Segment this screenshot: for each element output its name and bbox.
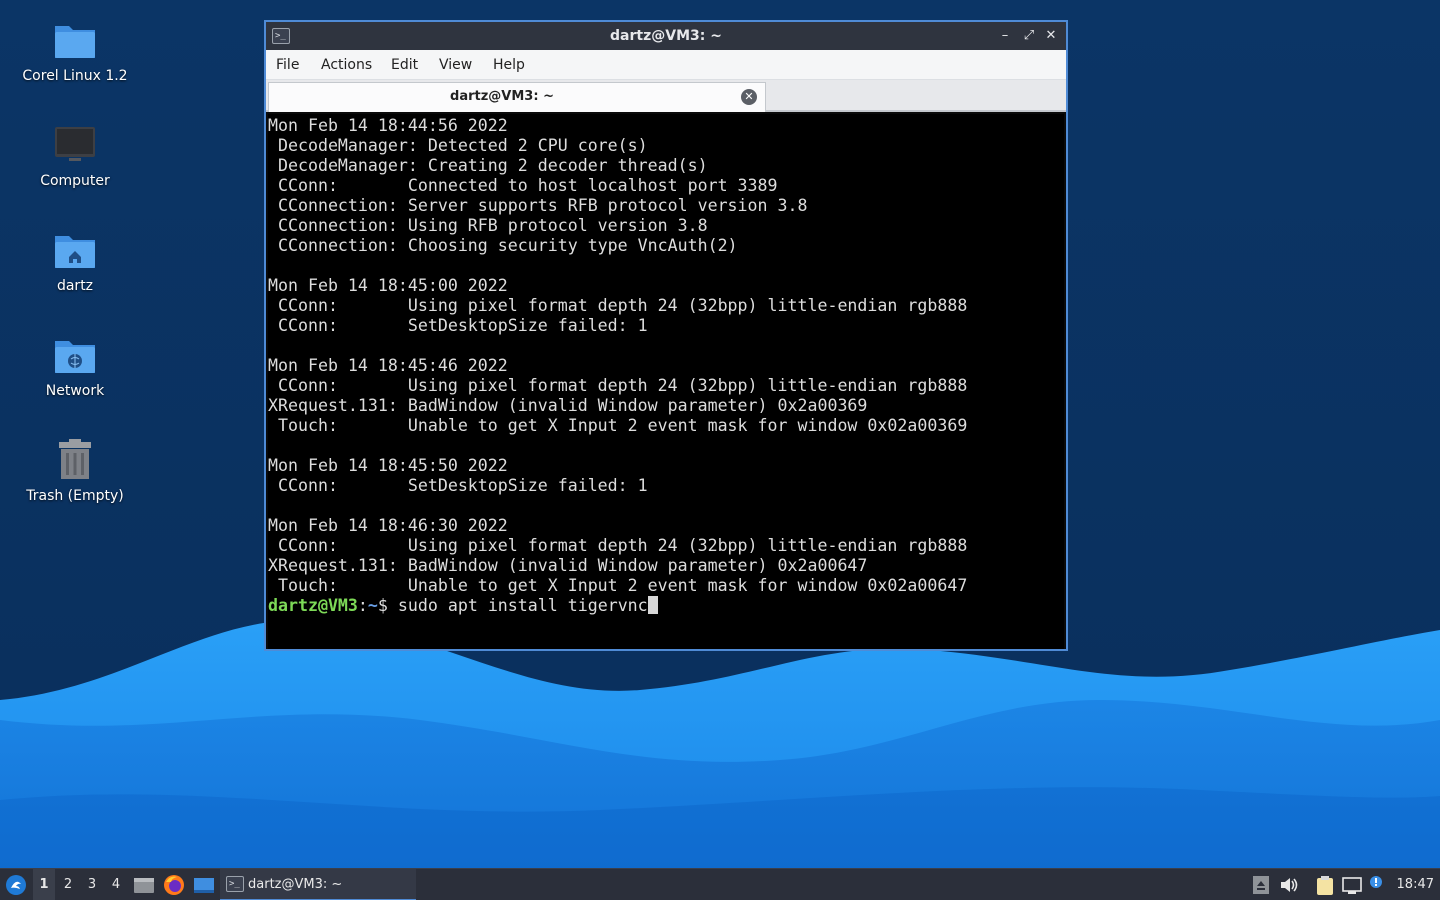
menu-view[interactable]: View [439,50,472,80]
terminal-line: Mon Feb 14 18:45:00 2022 [268,276,508,295]
taskbar-terminal-task[interactable]: >_ dartz@VM3: ~ [220,869,416,900]
tab-close-icon[interactable]: ✕ [741,89,757,105]
trash-icon [51,436,99,484]
terminal-prompt-line: dartz@VM3:~$ sudo apt install tigervnc [268,596,1064,616]
close-button[interactable]: ✕ [1042,27,1060,45]
minimize-button[interactable]: – [996,27,1014,45]
workspace-1[interactable]: 1 [33,869,55,900]
menu-actions[interactable]: Actions [321,50,372,80]
terminal-line: XRequest.131: BadWindow (invalid Window … [268,556,868,575]
terminal-line: CConn: SetDesktopSize failed: 1 [268,316,648,335]
terminal-line: CConn: Using pixel format depth 24 (32bp… [268,536,968,555]
desktop-icon-network[interactable]: Network [10,331,140,399]
home-folder-icon [51,226,99,274]
terminal-line: Mon Feb 14 18:45:46 2022 [268,356,508,375]
workspace-2[interactable]: 2 [57,869,79,900]
prompt-symbol: $ [377,596,398,615]
tab-bar: dartz@VM3: ~ ✕ [266,80,1066,112]
file-manager-icon[interactable] [133,874,155,896]
terminal-line: Mon Feb 14 18:46:30 2022 [268,516,508,535]
desktop-icon-trash[interactable]: Trash (Empty) [10,436,140,504]
terminal-line: CConnection: Choosing security type VncA… [268,236,738,255]
show-desktop-icon[interactable] [193,874,215,896]
volume-icon[interactable] [1278,874,1300,896]
terminal-line: CConn: Using pixel format depth 24 (32bp… [268,376,968,395]
menubar: File Actions Edit View Help [266,50,1066,80]
app-menu-icon[interactable] [5,874,27,896]
terminal-window[interactable]: >_ dartz@VM3: ~ – ⤢ ✕ File Actions Edit … [264,20,1068,651]
clipboard-icon[interactable] [1314,874,1336,896]
prompt-separator: : [357,596,368,615]
firefox-icon[interactable] [163,874,185,896]
workspace-4[interactable]: 4 [105,869,127,900]
terminal-line: CConn: SetDesktopSize failed: 1 [268,476,648,495]
tab-title: dartz@VM3: ~ [450,89,554,104]
terminal-line: CConnection: Using RFB protocol version … [268,216,708,235]
terminal-line: Mon Feb 14 18:45:50 2022 [268,456,508,475]
terminal-cursor [647,596,658,614]
terminal-line: Touch: Unable to get X Input 2 event mas… [268,576,968,595]
folder-icon [51,16,99,64]
taskbar: 1 2 3 4 >_ dartz@VM3: ~ 18:47 [0,868,1440,900]
clock[interactable]: 18:47 [1397,869,1434,900]
desktop-icon-label: Corel Linux 1.2 [22,68,128,84]
menu-file[interactable]: File [276,50,299,80]
terminal-line: Mon Feb 14 18:44:56 2022 [268,116,508,135]
prompt-user: dartz@VM3 [268,596,358,615]
network-status-icon[interactable] [1341,874,1363,896]
desktop-icon-label: Computer [40,173,110,189]
menu-help[interactable]: Help [493,50,525,80]
desktop-icon-computer[interactable]: Computer [10,121,140,189]
eject-icon[interactable] [1250,874,1272,896]
desktop-icon-home[interactable]: dartz [10,226,140,294]
terminal-line: Touch: Unable to get X Input 2 event mas… [268,416,968,435]
maximize-button[interactable]: ⤢ [1020,27,1038,45]
prompt-path: ~ [367,596,378,615]
desktop-icon-corel-linux[interactable]: Corel Linux 1.2 [10,16,140,84]
terminal-line: CConn: Connected to host localhost port … [268,176,778,195]
terminal-icon: >_ [226,876,244,892]
window-titlebar[interactable]: >_ dartz@VM3: ~ – ⤢ ✕ [266,22,1066,50]
window-title: dartz@VM3: ~ [610,28,722,44]
terminal-line: DecodeManager: Creating 2 decoder thread… [268,156,708,175]
desktop-icon-label: Trash (Empty) [26,488,124,504]
update-notifier-icon[interactable] [1367,874,1389,896]
network-folder-icon [51,331,99,379]
typed-command: sudo apt install tigervnc [397,596,648,615]
workspace-3[interactable]: 3 [81,869,103,900]
terminal-line: CConnection: Server supports RFB protoco… [268,196,808,215]
terminal-line: CConn: Using pixel format depth 24 (32bp… [268,296,968,315]
tab-terminal[interactable]: dartz@VM3: ~ ✕ [268,82,766,112]
desktop-icon-label: Network [45,383,105,399]
terminal-line: XRequest.131: BadWindow (invalid Window … [268,396,868,415]
task-label: dartz@VM3: ~ [248,877,343,892]
terminal-line: DecodeManager: Detected 2 CPU core(s) [268,136,648,155]
terminal-output[interactable]: Mon Feb 14 18:44:56 2022 DecodeManager: … [268,114,1064,649]
computer-icon [51,121,99,169]
desktop-icon-label: dartz [56,278,94,294]
menu-edit[interactable]: Edit [391,50,418,80]
